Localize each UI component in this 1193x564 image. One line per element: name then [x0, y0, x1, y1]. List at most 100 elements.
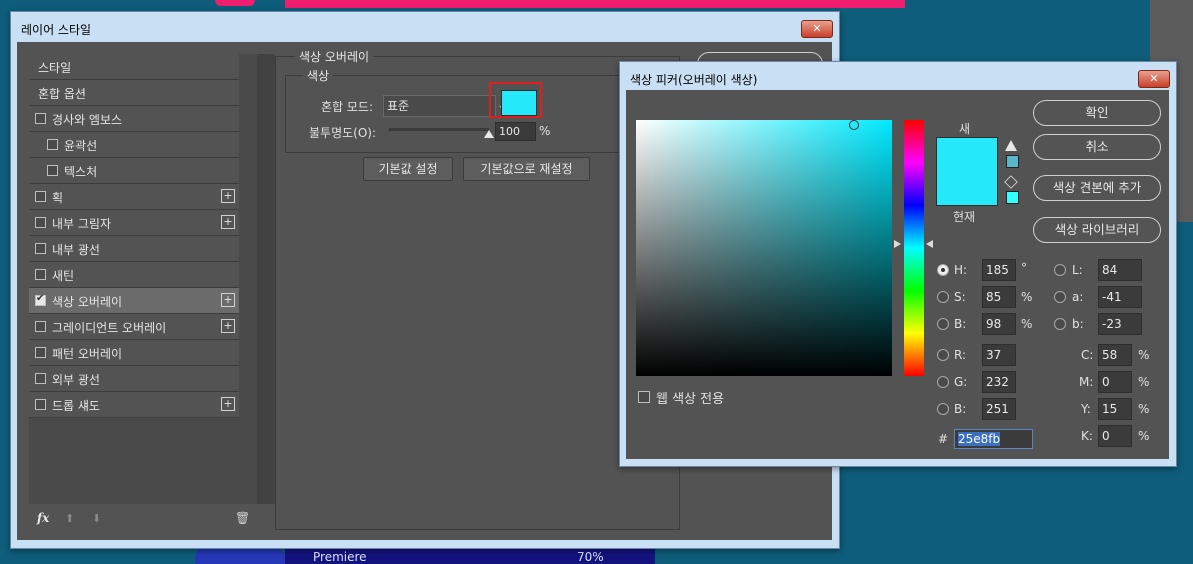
overlay-color-swatch[interactable] — [501, 90, 537, 116]
green-radio[interactable] — [937, 376, 949, 388]
gamut-color-swatch[interactable] — [1006, 155, 1019, 168]
style-item[interactable]: 새틴 — [29, 262, 239, 288]
style-item-checkbox[interactable] — [35, 373, 46, 384]
opacity-unit: % — [539, 124, 551, 138]
blue-radio[interactable] — [937, 403, 949, 415]
style-item[interactable]: 획 + — [29, 184, 239, 210]
layer-style-close-button[interactable]: ✕ — [801, 20, 833, 38]
style-item[interactable]: 내부 광선 — [29, 236, 239, 262]
brightness-radio[interactable] — [937, 318, 949, 330]
style-item[interactable]: 윤곽선 — [29, 132, 239, 158]
hue-radio[interactable] — [937, 264, 949, 276]
style-item-label: 혼합 옵션 — [38, 87, 86, 101]
color-marker-circle[interactable] — [848, 120, 859, 131]
red-input[interactable]: 37 — [982, 344, 1016, 366]
magenta-input[interactable]: 0 — [1098, 371, 1132, 393]
black-input[interactable]: 0 — [1098, 425, 1132, 447]
add-effect-plus-icon[interactable]: + — [221, 397, 235, 411]
hue-input[interactable]: 185 — [982, 259, 1016, 281]
web-safe-cube-icon[interactable] — [1004, 175, 1018, 189]
add-to-swatches-button[interactable]: 색상 견본에 추가 — [1033, 175, 1161, 201]
reset-to-default-button[interactable]: 기본값으로 재설정 — [463, 157, 590, 181]
ok-button[interactable]: 확인 — [1033, 100, 1161, 126]
style-item[interactable]: 드롭 섀도 + — [29, 392, 239, 418]
green-label: G: — [954, 375, 968, 389]
saturation-label: S: — [954, 290, 966, 304]
opacity-slider-thumb[interactable] — [484, 130, 494, 138]
style-item-checkbox[interactable] — [35, 399, 46, 410]
color-libraries-button[interactable]: 색상 라이브러리 — [1033, 217, 1161, 243]
blue-input[interactable]: 251 — [982, 398, 1016, 420]
set-default-button[interactable]: 기본값 설정 — [363, 157, 453, 181]
current-color-preview[interactable] — [936, 171, 998, 206]
style-item-checkbox[interactable] — [35, 293, 46, 306]
move-up-icon[interactable]: ⬆ — [65, 512, 74, 525]
fx-icon[interactable]: fx — [37, 511, 57, 527]
opacity-input[interactable]: 100 — [495, 122, 536, 141]
style-item-checkbox[interactable] — [35, 191, 46, 202]
lab-l-label: L: — [1072, 263, 1083, 277]
lab-b-input[interactable]: -23 — [1098, 313, 1142, 335]
style-item-checkbox[interactable] — [35, 347, 46, 358]
style-item[interactable]: 패턴 오버레이 — [29, 340, 239, 366]
blend-mode-label: 혼합 모드: — [321, 100, 374, 114]
style-item-checkbox[interactable] — [35, 321, 46, 332]
opacity-slider-track[interactable] — [389, 128, 494, 138]
red-radio[interactable] — [937, 349, 949, 361]
cyan-input[interactable]: 58 — [1098, 344, 1132, 366]
web-safe-color-swatch[interactable] — [1006, 191, 1019, 204]
style-item[interactable]: 텍스처 — [29, 158, 239, 184]
new-color-preview — [936, 137, 998, 172]
style-item[interactable]: 혼합 옵션 — [29, 80, 239, 106]
lab-b-radio[interactable] — [1054, 318, 1066, 330]
saturation-brightness-field[interactable] — [636, 120, 892, 376]
style-item-checkbox[interactable] — [47, 165, 58, 176]
saturation-radio[interactable] — [937, 291, 949, 303]
style-item-checkbox[interactable] — [35, 113, 46, 124]
style-item[interactable]: 경사와 엠보스 — [29, 106, 239, 132]
saturation-unit: % — [1021, 290, 1033, 304]
hex-input[interactable]: 25e8fb — [954, 429, 1033, 449]
out-of-gamut-warning-icon[interactable] — [1005, 140, 1017, 151]
add-effect-plus-icon[interactable]: + — [221, 189, 235, 203]
green-input[interactable]: 232 — [982, 371, 1016, 393]
magenta-unit: % — [1138, 375, 1150, 389]
style-item[interactable]: 내부 그림자 + — [29, 210, 239, 236]
saturation-input[interactable]: 85 — [982, 286, 1016, 308]
style-item[interactable]: 스타일 — [29, 54, 239, 80]
style-item-label: 색상 오버레이 — [52, 295, 123, 309]
cancel-button[interactable]: 취소 — [1033, 134, 1161, 160]
style-list-scrollbar[interactable] — [257, 54, 275, 504]
hue-slider-left-arrow[interactable] — [894, 240, 901, 249]
hex-value: 25e8fb — [958, 432, 1001, 446]
add-effect-plus-icon[interactable]: + — [221, 215, 235, 229]
black-label: K: — [1081, 429, 1093, 443]
hue-slider-right-arrow[interactable] — [926, 240, 933, 249]
add-effect-plus-icon[interactable]: + — [221, 293, 235, 307]
move-down-icon[interactable]: ⬇ — [92, 512, 101, 525]
black-unit: % — [1138, 429, 1150, 443]
style-item-checkbox[interactable] — [47, 139, 58, 150]
trash-icon[interactable]: 🗑 — [235, 511, 250, 525]
style-item-label: 획 — [52, 191, 64, 205]
hue-slider[interactable] — [894, 120, 933, 376]
brightness-input[interactable]: 98 — [982, 313, 1016, 335]
style-item[interactable]: 외부 광선 — [29, 366, 239, 392]
style-item-checkbox[interactable] — [35, 243, 46, 254]
style-item[interactable]: 색상 오버레이 + — [29, 288, 239, 314]
color-picker-close-button[interactable]: ✕ — [1138, 70, 1170, 88]
yellow-input[interactable]: 15 — [1098, 398, 1132, 420]
lab-l-input[interactable]: 84 — [1098, 259, 1142, 281]
lab-l-radio[interactable] — [1054, 264, 1066, 276]
style-item-label: 내부 그림자 — [52, 217, 112, 231]
style-item-checkbox[interactable] — [35, 217, 46, 228]
lab-a-radio[interactable] — [1054, 291, 1066, 303]
style-item-checkbox[interactable] — [35, 269, 46, 280]
add-effect-plus-icon[interactable]: + — [221, 319, 235, 333]
yellow-label: Y: — [1081, 402, 1091, 416]
web-colors-only-checkbox[interactable] — [638, 391, 650, 403]
style-item[interactable]: 그레이디언트 오버레이 + — [29, 314, 239, 340]
color-subgroup-title: 색상 — [303, 67, 334, 84]
blend-mode-select[interactable]: 표준 ⌄ — [383, 95, 505, 117]
lab-a-input[interactable]: -41 — [1098, 286, 1142, 308]
